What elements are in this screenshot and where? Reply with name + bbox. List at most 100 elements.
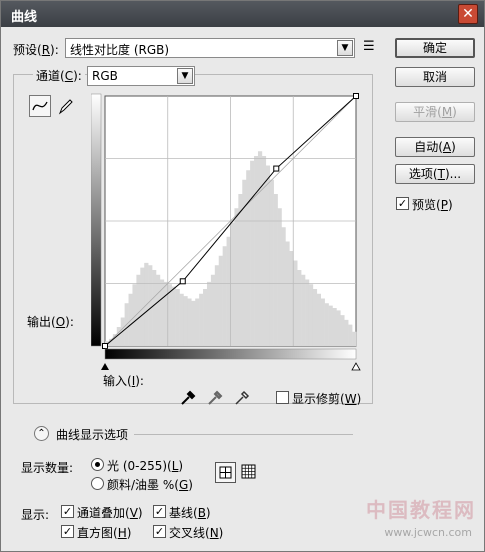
curve-tool-button[interactable] [29,95,51,117]
histogram-bar [301,274,306,346]
output-gradient-bar [91,93,102,347]
simple-grid-button[interactable] [215,462,236,483]
curve-graph[interactable] [91,91,363,383]
chevron-down-icon: ▼ [337,40,353,56]
chevron-up-icon: ⌃ [37,428,46,439]
histogram-bar [257,151,263,346]
title-bar: 曲线 ✕ [1,1,484,27]
black-point-slider[interactable] [101,363,109,370]
cancel-button[interactable]: 取消 [395,67,475,87]
histogram-bar [210,274,216,346]
smooth-button[interactable]: 平滑(M) [395,102,475,122]
histogram-bar [348,324,353,346]
output-label: 输出(O): [27,315,74,329]
detailed-grid-button[interactable] [239,462,260,483]
histogram-bar [344,319,349,346]
histogram-bar [277,208,282,346]
show-label: 显示: [21,508,50,522]
histogram-bar [222,246,227,346]
histogram-checkbox[interactable]: ✓ [61,525,74,538]
histogram-bar [297,270,302,346]
histogram-bar [328,305,333,346]
channel-overlay-checkbox[interactable]: ✓ [61,505,74,518]
dialog-title: 曲线 [11,10,38,25]
histogram-bar [171,286,176,346]
histogram-bar [336,310,341,346]
close-icon: ✕ [462,6,474,22]
histogram-bar [191,300,196,346]
histogram-bar [324,303,329,346]
white-eyedropper-icon[interactable] [233,389,251,407]
gray-eyedropper-icon[interactable] [206,389,224,407]
ok-button[interactable]: 确定 [395,38,475,58]
intersection-label: 交叉线(N) [169,526,224,540]
histogram-bar [214,265,220,346]
histogram-bar [312,289,318,346]
histogram-bar [281,227,286,346]
preview-checkbox[interactable]: ✓ [396,197,409,210]
input-label: 输入(I): [103,374,144,388]
histogram-bar [179,293,184,346]
histogram-bar [340,315,345,346]
curve-control-point[interactable] [102,343,108,349]
histogram-bar [183,296,188,346]
histogram-bar [308,284,314,346]
histogram-bar [203,289,208,346]
white-point-slider[interactable] [351,362,361,371]
curve-control-point[interactable] [353,93,359,99]
black-eyedropper-icon[interactable] [179,389,197,407]
channel-dropdown[interactable]: RGB ▼ [87,66,195,86]
histogram-bar [206,281,212,346]
channel-overlay-label: 通道叠加(V) [77,506,143,520]
histogram-bar [332,308,337,346]
show-clipping-label: 显示修剪(W) [292,392,362,406]
preview-label: 预览(P) [412,198,453,212]
pigment-radio[interactable] [91,477,104,490]
divider [134,434,353,435]
histogram-bar [285,241,290,346]
histogram-label: 直方图(H) [77,526,132,540]
chevron-down-icon: ▼ [177,68,193,84]
histogram-bar [234,208,239,346]
curve-tool-icon [32,101,48,111]
histogram-bar [246,170,251,346]
histogram-bar [128,293,133,346]
histogram-bar [136,274,141,346]
watermark-text: 中国教程网 [366,498,476,522]
curves-dialog: 曲线 ✕ 预设(R): 线性对比度 (RGB) ▼ ☰ 确定 取消 平滑(M) … [0,0,485,552]
histogram-bar [148,265,153,346]
preset-label: 预设(R): [13,43,59,57]
show-clipping-checkbox[interactable] [276,391,289,404]
grid-4-icon [219,466,232,479]
baseline-label: 基线(B) [169,506,211,520]
histogram-bar [265,165,271,346]
curve-control-point[interactable] [273,165,280,172]
histogram-bar [254,156,259,346]
histogram-bar [238,194,243,346]
histogram-bar [116,327,121,346]
options-button[interactable]: 选项(T)... [395,164,475,184]
channel-value: RGB [92,69,118,83]
light-radio[interactable] [91,458,104,471]
curve-control-point[interactable] [179,278,186,285]
light-radio-label: 光 (0-255)(L) [107,459,184,473]
intersection-checkbox[interactable]: ✓ [153,525,166,538]
pencil-tool-button[interactable] [56,96,76,116]
baseline-checkbox[interactable]: ✓ [153,505,166,518]
preset-value: 线性对比度 (RGB) [70,43,170,57]
close-button[interactable]: ✕ [458,4,478,24]
histogram-bar [187,298,192,346]
input-gradient-bar [104,348,357,360]
preset-menu-icon[interactable]: ☰ [363,39,375,54]
display-amount-label: 显示数量: [21,461,74,475]
display-options-toggle[interactable]: ⌃ [34,426,49,441]
histogram-bar [273,194,278,346]
histogram-bar [250,160,255,346]
histogram-bar [320,298,325,346]
histogram-bar [269,179,274,346]
auto-button[interactable]: 自动(A) [395,137,475,157]
histogram-bar [305,279,310,346]
preset-dropdown[interactable]: 线性对比度 (RGB) ▼ [65,38,355,58]
display-options-title: 曲线显示选项 [56,428,129,442]
histogram-bar [155,274,161,346]
